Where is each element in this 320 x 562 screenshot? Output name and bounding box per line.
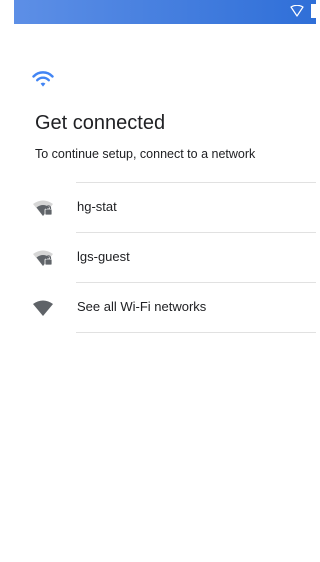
see-all-networks-item[interactable]: See all Wi-Fi networks (14, 283, 316, 332)
device-frame: Get connected To continue setup, connect… (0, 0, 316, 562)
wifi-locked-icon (33, 250, 53, 266)
wifi-outline-icon (290, 5, 304, 17)
status-bar (14, 0, 316, 24)
page-title: Get connected (35, 112, 166, 134)
network-name: lgs-guest (77, 249, 130, 264)
network-item-hg-stat[interactable]: hg-stat (14, 183, 316, 232)
network-name: hg-stat (77, 199, 117, 214)
wifi-locked-icon (33, 200, 53, 216)
page-subtitle: To continue setup, connect to a network (35, 147, 256, 161)
battery-icon (311, 4, 316, 18)
list-divider (76, 332, 316, 333)
network-item-lgs-guest[interactable]: lgs-guest (14, 233, 316, 282)
left-gutter (0, 0, 14, 562)
see-all-networks-label: See all Wi-Fi networks (77, 299, 207, 314)
wifi-icon (32, 71, 54, 87)
wifi-full-icon (33, 300, 53, 316)
setup-screen: Get connected To continue setup, connect… (14, 0, 316, 562)
network-list: hg-stat lgs-guest See all Wi-Fi networks (14, 182, 316, 333)
